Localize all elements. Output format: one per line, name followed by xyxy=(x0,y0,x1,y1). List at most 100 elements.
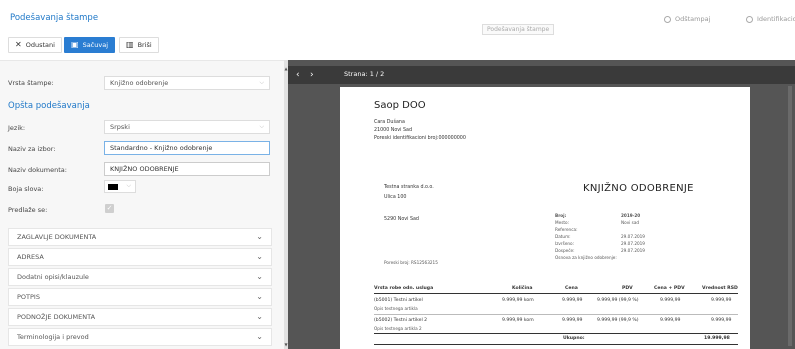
accordion-clauses[interactable]: Dodatni opisi/klauzule ⌄ xyxy=(8,268,272,286)
cancel-button[interactable]: ✕ Odustani xyxy=(8,37,62,53)
chevron-down-icon: ⌄ xyxy=(256,272,263,281)
proposed-checkbox[interactable]: ✓ xyxy=(105,204,114,213)
print-type-label: Vrsta štampe: xyxy=(8,79,54,87)
save-icon: ▣ xyxy=(71,40,79,49)
chevron-down-icon: ⌄ xyxy=(256,332,263,341)
meta-date-value: 29.07.2019 xyxy=(621,234,645,239)
identification-action[interactable]: Identifikacio xyxy=(746,15,795,23)
delete-button-label: Briši xyxy=(137,41,152,49)
row-price-vat: 9.999,99 xyxy=(660,318,681,323)
accordion-footer-document[interactable]: PODNOŽJE DOKUMENTA ⌄ xyxy=(8,308,272,326)
accordion-label: POTPIS xyxy=(17,293,40,301)
accordion-signature[interactable]: POTPIS ⌄ xyxy=(8,288,272,306)
col-qty: Količina xyxy=(512,286,533,291)
total-bottom-rule xyxy=(374,344,738,345)
print-action-label: Odštampaj xyxy=(675,15,711,23)
font-color-label: Boja slova: xyxy=(8,185,44,193)
save-button[interactable]: ▣ Sačuvaj xyxy=(64,37,116,53)
row-value: 9.999,99 xyxy=(711,318,732,323)
col-item: Vrsta robe odn. usluga xyxy=(374,286,434,291)
col-value: Vrednost RSD xyxy=(702,286,738,291)
company-tax-id: Poreski identifikacioni broj:000000000 xyxy=(374,136,466,141)
info-icon xyxy=(746,15,753,23)
row-qty: 9.999,99 kom xyxy=(502,298,534,303)
company-city: 21000 Novi Sad xyxy=(374,128,413,133)
total-rule xyxy=(374,333,738,334)
accordion-label: Dodatni opisi/klauzule xyxy=(17,273,89,281)
row-item: (b5001) Testni artikel xyxy=(374,298,423,303)
language-value: Srpski xyxy=(110,123,130,131)
font-color-picker[interactable]: ⌵ xyxy=(104,180,136,193)
page-title: Podešavanja štampe xyxy=(10,13,99,23)
cancel-button-label: Odustani xyxy=(25,41,55,49)
printer-icon xyxy=(664,15,671,23)
meta-place-label: Mesto: xyxy=(555,220,569,225)
chevron-down-icon: ⌄ xyxy=(256,232,263,241)
accordion-label: ZAGLAVLJE DOKUMENTA xyxy=(17,233,97,241)
accordion-label: Terminologija i prevod xyxy=(17,333,89,341)
proposed-label: Predlaže se: xyxy=(8,206,48,214)
customer-tax-id: Poreski broj: RS12563215 xyxy=(384,260,438,265)
preview-toolbar: ‹ › Strana: 1 / 2 xyxy=(288,66,795,84)
row-vat: 9.999,99 (99,9 %) xyxy=(597,318,639,323)
print-action[interactable]: Odštampaj xyxy=(664,15,710,23)
general-settings-title: Opšta podešavanja xyxy=(8,101,90,111)
chevron-down-icon: ⌄ xyxy=(256,252,263,261)
row-description: Opis testnega artikla xyxy=(374,306,418,311)
preview-scrollbar[interactable] xyxy=(788,86,792,346)
meta-number-value: 2019-20 xyxy=(621,213,641,218)
total-label: Ukupno: xyxy=(563,336,585,341)
row-price-vat: 9.999,99 xyxy=(660,298,681,303)
toolbar: ✕ Odustani ▣ Sačuvaj ▥ Briši xyxy=(0,29,795,60)
row-price: 9.999,99 xyxy=(562,318,583,323)
top-bar: Podešavanja štampe Odštampaj Identifikac… xyxy=(0,0,795,29)
document-title: KNJIŽNO ODOBRENJE xyxy=(583,183,694,194)
col-price: Cena xyxy=(565,286,578,291)
accordion-address[interactable]: ADRESA ⌄ xyxy=(8,248,272,266)
meta-date-label: Datum: xyxy=(555,234,571,239)
doc-name-label: Naziv dokumenta: xyxy=(8,166,67,174)
row-value: 9.999,99 xyxy=(711,298,732,303)
basis-label: Osnova za knjižno odobrenje: xyxy=(555,255,617,260)
col-vat: PDV xyxy=(622,286,633,291)
trash-icon: ▥ xyxy=(126,40,134,49)
page-indicator: Strana: 1 / 2 xyxy=(344,70,385,78)
meta-due-value: 29.07.2019 xyxy=(621,248,645,253)
language-select[interactable]: Srpski ⌵ xyxy=(104,120,270,134)
chevron-down-icon: ⌵ xyxy=(126,182,131,189)
row-item: (b5002) Testni artikel 2 xyxy=(374,318,428,323)
close-icon: ✕ xyxy=(15,40,22,49)
accordion-terminology[interactable]: Terminologija i prevod ⌄ xyxy=(8,328,272,346)
print-type-select[interactable]: Knjižno odobrenje ⌵ xyxy=(104,76,270,90)
row-description: Opis testnega artikla 2 xyxy=(374,326,422,331)
customer-name: Testna stranka d.o.o. xyxy=(384,185,434,190)
table-header-rule xyxy=(374,293,738,294)
company-street: Cara Dušana xyxy=(374,120,405,125)
meta-issued-value: 29.07.2019 xyxy=(621,241,645,246)
print-type-value: Knjižno odobrenje xyxy=(110,79,169,87)
col-price-vat: Cena + PDV xyxy=(654,286,685,291)
choice-name-input[interactable]: Standardno - Knjižno odobrenje xyxy=(104,141,270,155)
row-qty: 9.999,99 kom xyxy=(502,318,534,323)
choice-name-label: Naziv za izbor: xyxy=(8,145,56,153)
prev-page-button[interactable]: ‹ xyxy=(296,69,300,81)
customer-city: 5290 Novi Sad xyxy=(384,217,419,222)
chevron-down-icon: ⌵ xyxy=(259,79,264,86)
color-swatch xyxy=(108,184,118,190)
next-page-button[interactable]: › xyxy=(310,69,314,81)
meta-ref-label: Referenca: xyxy=(555,227,578,232)
doc-name-input[interactable]: KNJIŽNO ODOBRENJE xyxy=(104,162,270,176)
meta-issued-label: Izvršeno: xyxy=(555,241,575,246)
delete-button[interactable]: ▥ Briši xyxy=(119,37,159,53)
meta-place-value: Novi sad xyxy=(621,220,640,225)
meta-due-label: Dospeće: xyxy=(555,248,575,253)
settings-panel: Vrsta štampe: Knjižno odobrenje ⌵ Opšta … xyxy=(0,60,284,349)
accordion-label: ADRESA xyxy=(17,253,44,261)
customer-street: Ulica 100 xyxy=(384,195,407,200)
identification-action-label: Identifikacio xyxy=(757,15,795,23)
row-vat: 9.999,99 (99,9 %) xyxy=(597,298,639,303)
chevron-down-icon: ⌄ xyxy=(256,312,263,321)
company-name: Saop DOO xyxy=(374,100,426,111)
row-price: 9.999,99 xyxy=(562,298,583,303)
accordion-header-document[interactable]: ZAGLAVLJE DOKUMENTA ⌄ xyxy=(8,228,272,246)
